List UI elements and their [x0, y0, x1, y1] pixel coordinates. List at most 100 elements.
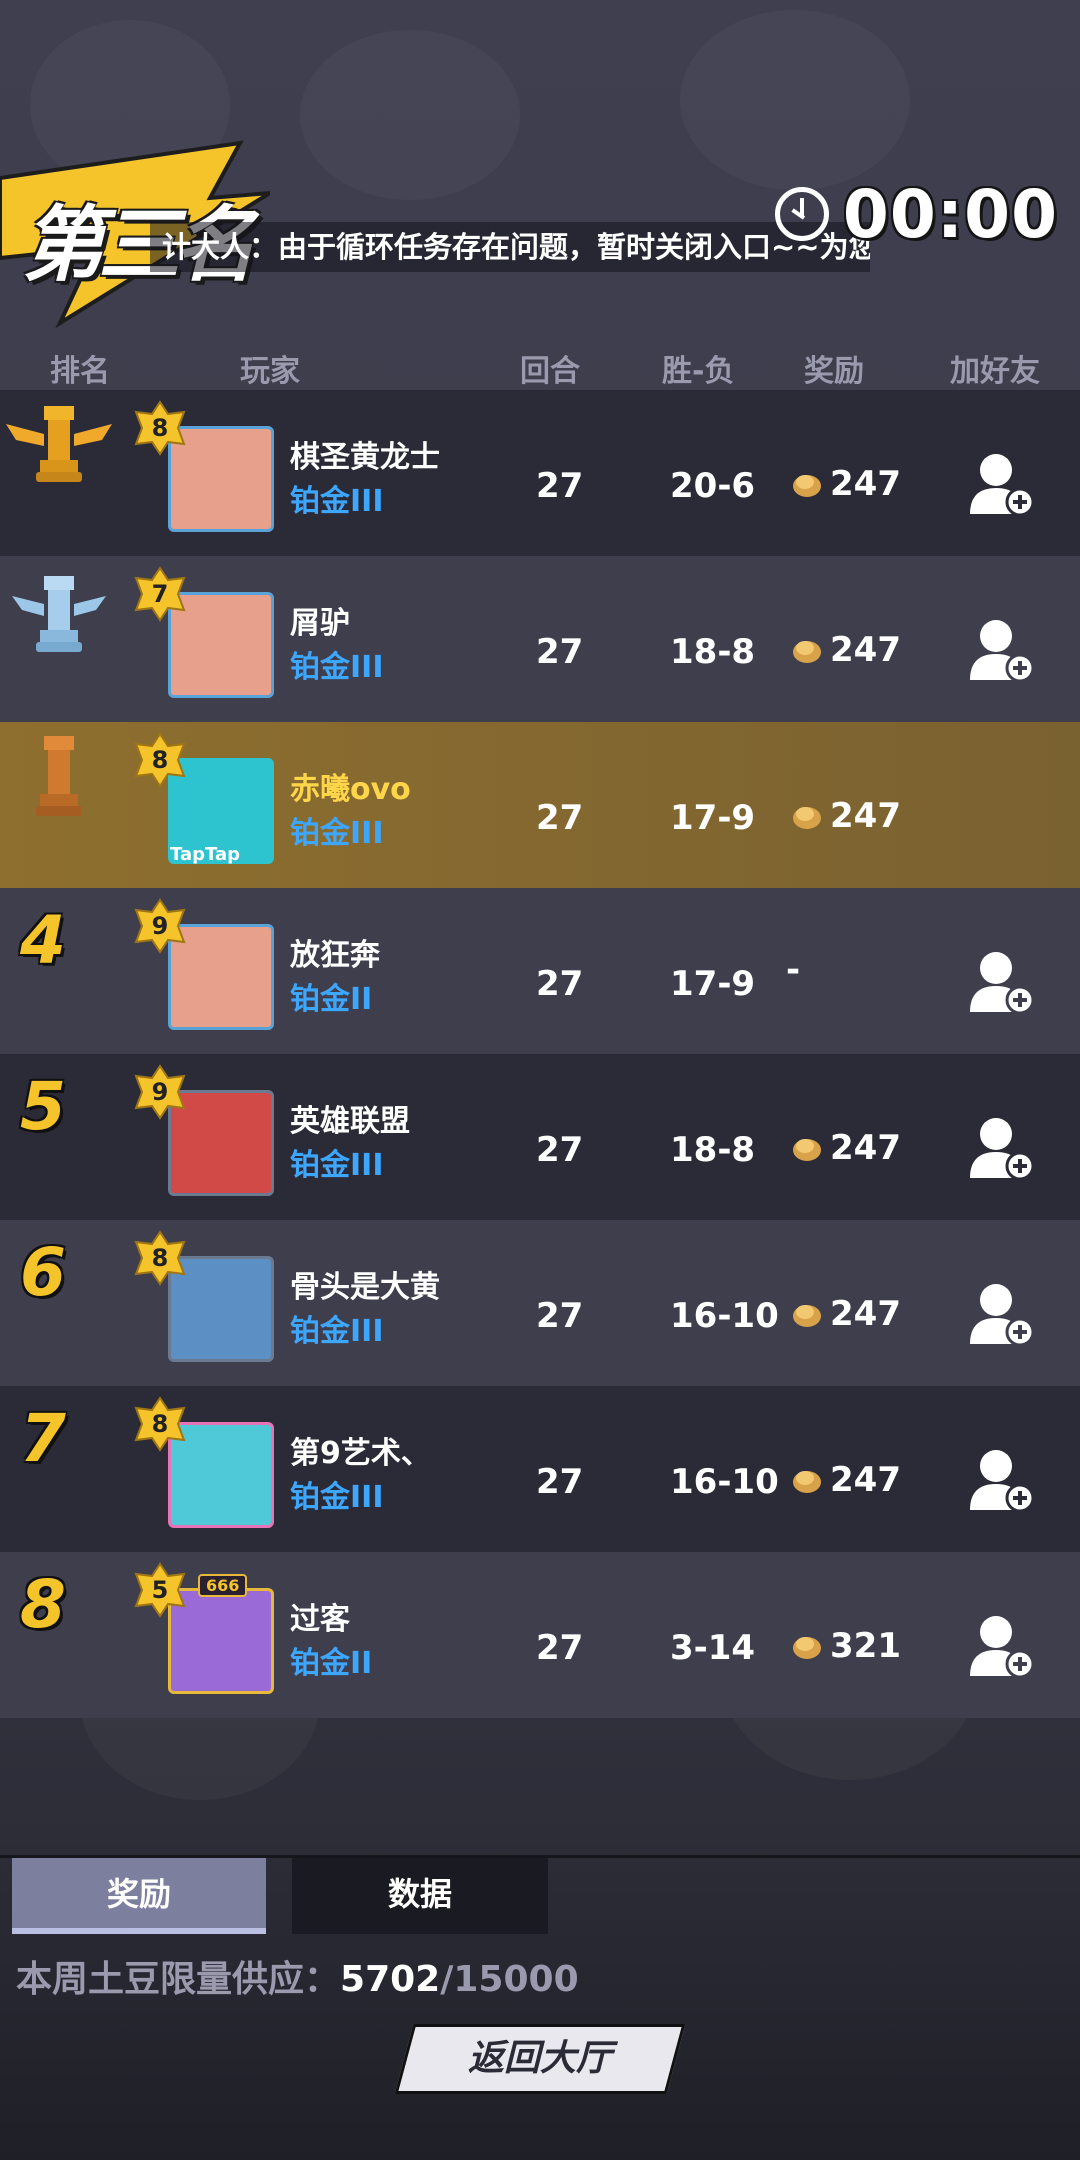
level-number: 9	[151, 1078, 169, 1106]
rank-number: 5	[20, 1068, 66, 1145]
column-rank: 排名	[50, 354, 110, 389]
table-row[interactable]: 6 8 骨头是大黄 铂金III 27 16-10 247	[0, 1220, 1080, 1386]
table-row[interactable]: 5 9 英雄联盟 铂金III 27 18-8 247	[0, 1054, 1080, 1220]
table-row[interactable]: 7 8 第9艺术、 铂金III 27 16-10 247	[0, 1386, 1080, 1552]
level-badge: 8	[132, 1230, 188, 1286]
win-loss-value: 16-10	[670, 1296, 779, 1336]
rounds-value: 27	[536, 466, 584, 506]
column-add-friend: 加好友	[950, 354, 1040, 389]
level-badge: 8	[132, 1396, 188, 1452]
reward-value: -	[786, 950, 801, 990]
rounds-value: 27	[536, 1296, 584, 1336]
reward: 247	[790, 630, 901, 670]
level-badge: 7	[132, 566, 188, 622]
avatar-tag: TapTap	[170, 844, 240, 865]
supply-current: 5702	[340, 1959, 441, 2000]
silver-rook-icon	[0, 556, 110, 722]
supply-total: /15000	[440, 1959, 579, 2000]
add-friend-icon[interactable]	[966, 1112, 1036, 1182]
player-avatar[interactable]: 8	[132, 1396, 282, 1546]
rank-cell: 4	[0, 888, 110, 1054]
back-to-lobby-label: 返回大厅	[467, 2038, 612, 2079]
rounds-value: 27	[536, 1462, 584, 1502]
player-avatar[interactable]: 5 666	[132, 1562, 282, 1712]
add-friend-icon[interactable]	[966, 614, 1036, 684]
announcement-text: 计大人：由于循环任务存在问题，暂时关闭入口~~为您带	[162, 230, 870, 264]
timer-value: 00:00	[842, 175, 1058, 253]
add-friend-icon[interactable]	[966, 448, 1036, 518]
player-tier: 铂金III	[290, 816, 384, 851]
background-decoration	[680, 10, 910, 190]
rounds-value: 27	[536, 798, 584, 838]
player-tier: 铂金II	[290, 982, 373, 1017]
player-avatar[interactable]: 8	[132, 400, 282, 550]
win-loss-value: 17-9	[670, 798, 756, 838]
level-number: 8	[151, 1410, 169, 1438]
player-name: 赤曦ovo	[290, 772, 411, 807]
reward: 247	[790, 1294, 901, 1334]
win-loss-value: 18-8	[670, 1130, 756, 1170]
level-number: 9	[151, 912, 169, 940]
rank-cell: 5	[0, 1054, 110, 1220]
timer: 00:00	[774, 174, 1058, 254]
table-row[interactable]: 4 9 放狂奔 铂金II 27 17-9 -	[0, 888, 1080, 1054]
add-friend-icon[interactable]	[966, 1278, 1036, 1348]
potato-coin-icon	[793, 1139, 821, 1161]
add-friend-icon[interactable]	[966, 1444, 1036, 1514]
player-tier: 铂金II	[290, 1646, 373, 1681]
win-loss-value: 18-8	[670, 632, 756, 672]
add-friend-icon[interactable]	[966, 1610, 1036, 1680]
rank-number: 6	[20, 1234, 66, 1311]
back-to-lobby-button[interactable]: 返回大厅	[394, 2024, 686, 2094]
level-number: 7	[151, 580, 169, 608]
player-avatar[interactable]: 7	[132, 566, 282, 716]
player-name: 英雄联盟	[290, 1104, 410, 1139]
reward: 247	[790, 796, 901, 836]
reward-value: 321	[830, 1626, 901, 1666]
level-number: 5	[151, 1576, 169, 1604]
column-rounds: 回合	[520, 354, 580, 389]
rank-number: 7	[20, 1400, 66, 1477]
player-avatar[interactable]: 9	[132, 898, 282, 1048]
add-friend-icon[interactable]	[966, 946, 1036, 1016]
reward-value: 247	[830, 630, 901, 670]
reward: -	[786, 950, 800, 990]
potato-coin-icon	[793, 807, 821, 829]
player-tier: 铂金III	[290, 650, 384, 685]
reward: 247	[790, 1460, 901, 1500]
reward-value: 247	[830, 796, 901, 836]
player-tier: 铂金III	[290, 1314, 384, 1349]
column-win-loss: 胜-负	[662, 354, 735, 389]
potato-coin-icon	[793, 1637, 821, 1659]
player-tier: 铂金III	[290, 1148, 384, 1183]
rounds-value: 27	[536, 1628, 584, 1668]
gold-rook-icon	[0, 390, 112, 556]
level-number: 8	[151, 746, 169, 774]
table-row[interactable]: 7 屑驴 铂金III 27 18-8 247	[0, 556, 1080, 722]
level-badge: 8	[132, 400, 188, 456]
rank-number: 8	[20, 1566, 66, 1643]
reward-value: 247	[830, 1460, 901, 1500]
player-name: 屑驴	[290, 606, 350, 641]
avatar-badge-extra: 666	[198, 1574, 248, 1597]
player-avatar[interactable]: 8	[132, 1230, 282, 1380]
potato-coin-icon	[793, 641, 821, 663]
win-loss-value: 17-9	[670, 964, 756, 1004]
win-loss-value: 3-14	[670, 1628, 756, 1668]
player-avatar[interactable]: 9	[132, 1064, 282, 1214]
table-row[interactable]: 8 5 666 过客 铂金II 27 3-14 321	[0, 1552, 1080, 1718]
level-badge: 9	[132, 898, 188, 954]
rank-cell: 6	[0, 1220, 110, 1386]
player-name: 过客	[290, 1602, 350, 1637]
player-tier: 铂金III	[290, 1480, 384, 1515]
rounds-value: 27	[536, 1130, 584, 1170]
tab-data[interactable]: 数据	[292, 1858, 548, 1934]
table-row-self[interactable]: 8 TapTap 赤曦ovo 铂金III 27 17-9 247	[0, 722, 1080, 888]
level-badge: 5	[132, 1562, 188, 1618]
rounds-value: 27	[536, 632, 584, 672]
tab-reward[interactable]: 奖励	[12, 1858, 266, 1934]
table-row[interactable]: 8 棋圣黄龙士 铂金III 27 20-6 247	[0, 390, 1080, 556]
column-headers: 排名 玩家 回合 胜-负 奖励 加好友	[0, 340, 1080, 390]
player-avatar[interactable]: 8 TapTap	[132, 732, 282, 882]
ranking-list: 8 棋圣黄龙士 铂金III 27 20-6 247 7 屑驴 铂金III 27 …	[0, 390, 1080, 1718]
